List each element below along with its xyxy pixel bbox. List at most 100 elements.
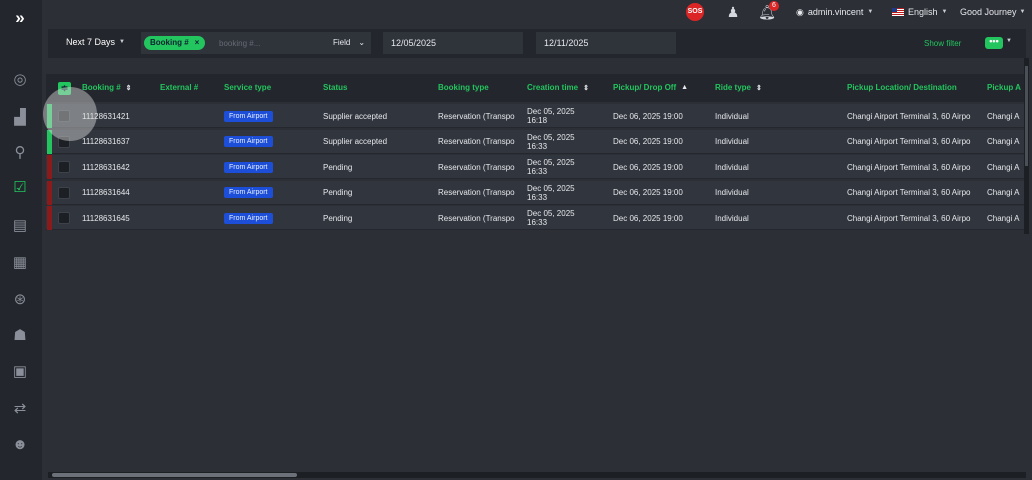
cell-location: Changi Airport Terminal 3, 60 Airpo <box>847 213 971 223</box>
steering-wheel-icon[interactable]: ⊛ <box>8 288 32 312</box>
cell-service: From Airport <box>224 130 273 154</box>
cell-pickup: Dec 06, 2025 19:00 <box>613 111 683 121</box>
date-to-input[interactable]: 12/11/2025 <box>536 32 676 54</box>
table-row[interactable]: 11128631421 From Airport Supplier accepted… <box>46 104 1026 128</box>
col-pickup-location[interactable]: Pickup Location/ Destination <box>847 83 957 92</box>
date-from-input[interactable]: 12/05/2025 <box>383 32 523 54</box>
row-checkbox[interactable] <box>58 161 70 173</box>
show-filter-link[interactable]: Show filter <box>924 39 961 48</box>
driver-icon[interactable]: ♟ <box>724 3 742 21</box>
col-creation-time[interactable]: Creation time ⇕ <box>527 83 589 92</box>
row-checkbox[interactable] <box>58 212 70 224</box>
dashboard-icon[interactable]: ◎ <box>8 68 32 92</box>
col-pickup-a[interactable]: Pickup A <box>987 83 1021 92</box>
team-icon[interactable]: ☻ <box>8 433 32 457</box>
col-booking-number[interactable]: Booking # ⇕ <box>82 83 132 92</box>
service-type-badge: From Airport <box>224 161 273 173</box>
cell-ride: Individual <box>715 111 749 121</box>
cell-location: Changi Airport Terminal 3, 60 Airpo <box>847 188 971 197</box>
search-input[interactable] <box>217 36 327 50</box>
cell-btype: Reservation (Transpo <box>438 111 515 121</box>
table-row[interactable]: 11128631645 From Airport Pending Reservatio… <box>46 206 1026 230</box>
cell-created: Dec 05, 2025 16:33 <box>527 132 575 151</box>
sort-icon: ⇕ <box>756 84 762 92</box>
chevron-down-icon: ▼ <box>867 9 874 15</box>
cell-pickup_a: Changi A <box>987 188 1020 197</box>
horizontal-scrollbar[interactable] <box>48 472 1026 478</box>
cell-pickup_a: Changi A <box>987 162 1020 172</box>
service-type-badge: From Airport <box>224 212 273 224</box>
expand-sidebar-icon[interactable]: » <box>10 8 30 28</box>
company-label: Good Journey <box>960 7 1017 17</box>
cell-service: From Airport <box>224 206 273 230</box>
sort-ascending-icon: ▲ <box>681 84 689 91</box>
sort-icon: ⇕ <box>125 84 132 92</box>
cell-location: Changi Airport Terminal 3, 60 Airpo <box>847 137 971 146</box>
cell-btype: Reservation (Transpo <box>438 213 515 223</box>
contacts-icon[interactable]: ▣ <box>8 360 32 384</box>
bookings-icon[interactable]: ☑ <box>8 176 32 200</box>
cell-service: From Airport <box>224 181 273 205</box>
filter-bar: Next 7 Days ▼ Booking # × Field ⌄ 12/05/… <box>48 29 1026 58</box>
analytics-icon[interactable]: ▟ <box>8 106 32 130</box>
cell-btype: Reservation (Transpo <box>438 137 515 146</box>
field-label: Field <box>333 38 351 47</box>
status-indicator-bar <box>47 206 52 230</box>
cell-ride: Individual <box>715 162 749 172</box>
date-range-dropdown[interactable]: Next 7 Days ▼ <box>66 37 125 47</box>
search-box: Booking # × Field ⌄ <box>141 32 371 54</box>
service-type-badge: From Airport <box>224 187 273 198</box>
col-service-type[interactable]: Service type <box>224 83 271 92</box>
table-header: ≑ Booking # ⇕ External # Service type Sta… <box>46 74 1026 102</box>
col-status[interactable]: Status <box>323 83 347 92</box>
col-pickup-dropoff[interactable]: Pickup/ Drop Off ▲ <box>613 83 688 92</box>
chevron-down-icon: ▼ <box>1019 9 1026 15</box>
cell-created: Dec 05, 2025 16:18 <box>527 107 575 125</box>
bookings-table: ≑ Booking # ⇕ External # Service type Sta… <box>46 74 1026 234</box>
users-icon[interactable]: ☗ <box>8 324 32 348</box>
sidebar: » ◎ ▟ ⚲ ☑ ▤ ▦ ⊛ ☗ ▣ ⇄ ☻ <box>0 0 42 480</box>
cell-status: Pending <box>323 213 353 223</box>
sort-icon: ⇕ <box>583 84 589 92</box>
cell-pickup: Dec 06, 2025 19:00 <box>613 162 683 172</box>
scrollbar-thumb[interactable] <box>52 473 297 477</box>
chevron-down-icon[interactable]: ▼ <box>1006 38 1012 44</box>
table-row[interactable]: 11128631642 From Airport Pending Reservatio… <box>46 155 1026 179</box>
cell-pickup_a: Changi A <box>987 137 1020 146</box>
sos-button[interactable]: SOS <box>686 3 704 21</box>
col-external-number[interactable]: External # <box>160 83 198 92</box>
documents-icon[interactable]: ▤ <box>8 214 32 238</box>
cell-ride: Individual <box>715 188 749 197</box>
cell-status: Pending <box>323 162 353 172</box>
vertical-scrollbar[interactable] <box>1024 58 1029 234</box>
account-menu[interactable]: ◉ admin.vincent ▼ <box>796 4 873 20</box>
row-checkbox[interactable] <box>58 186 70 199</box>
cell-btype: Reservation (Transpo <box>438 162 515 172</box>
field-dropdown[interactable]: Field ⌄ <box>333 38 365 47</box>
close-icon[interactable]: × <box>195 36 200 50</box>
account-icon: ◉ <box>796 6 804 17</box>
cell-status: Pending <box>323 188 353 197</box>
more-options-button[interactable]: ••• <box>985 37 1003 49</box>
cell-pickup_a: Changi A <box>987 213 1020 223</box>
company-selector[interactable]: Good Journey ▼ <box>960 4 1026 20</box>
language-selector[interactable]: English ▼ <box>892 4 947 20</box>
cell-location: Changi Airport Terminal 3, 60 Airpo <box>847 111 971 121</box>
scrollbar-thumb[interactable] <box>1025 66 1028 166</box>
status-indicator-bar <box>47 180 52 205</box>
routes-icon[interactable]: ⇄ <box>8 397 32 421</box>
chevron-down-icon: ▼ <box>119 39 125 45</box>
chip-label: Booking # <box>150 38 189 47</box>
table-row[interactable]: 11128631637 From Airport Supplier accepted… <box>46 129 1026 154</box>
search-field-chip[interactable]: Booking # × <box>144 36 206 50</box>
service-type-badge: From Airport <box>224 136 273 147</box>
col-ride-type[interactable]: Ride type ⇕ <box>715 83 762 92</box>
col-booking-type[interactable]: Booking type <box>438 83 489 92</box>
calendar-icon[interactable]: ▦ <box>8 251 32 275</box>
location-icon[interactable]: ⚲ <box>8 141 32 165</box>
cell-created: Dec 05, 2025 16:33 <box>527 158 575 176</box>
cell-booking: 11128631645 <box>82 213 130 223</box>
username: admin.vincent <box>807 7 864 17</box>
table-row[interactable]: 11128631644 From Airport Pending Reservatio… <box>46 180 1026 205</box>
cell-pickup: Dec 06, 2025 19:00 <box>613 188 683 197</box>
